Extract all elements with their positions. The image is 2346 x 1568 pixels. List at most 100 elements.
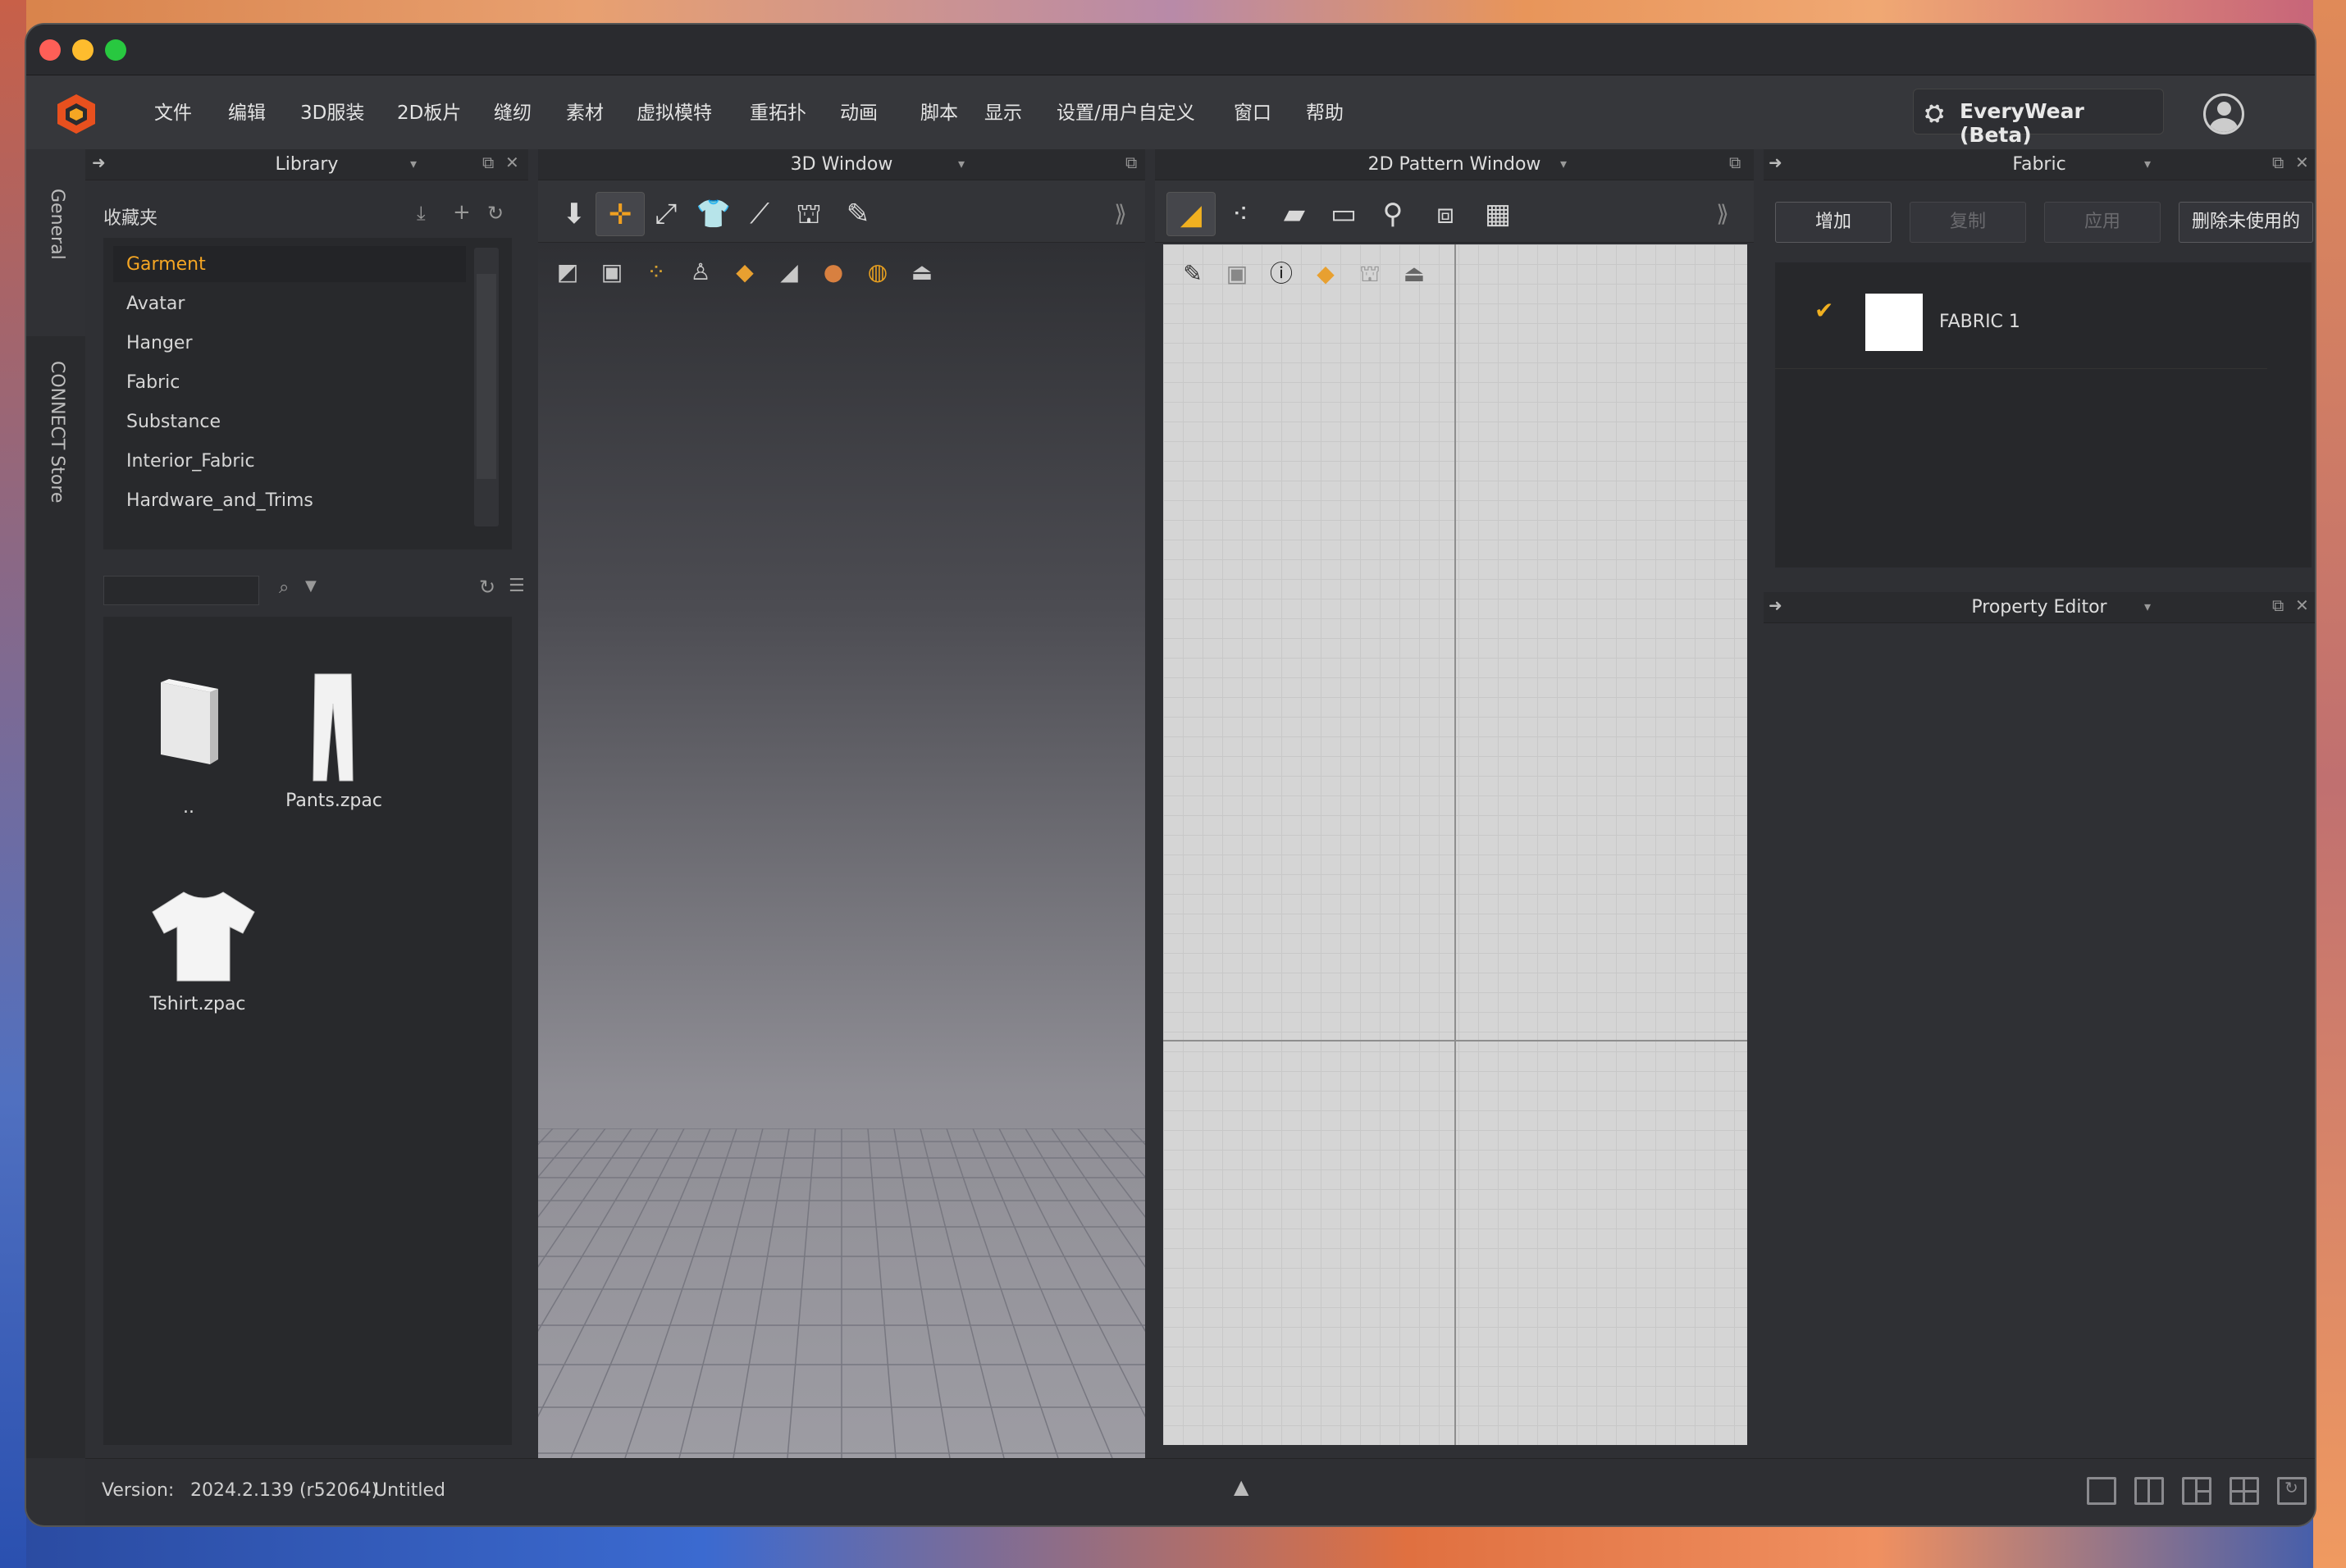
- expand-up-icon[interactable]: ▲: [1234, 1475, 1248, 1498]
- fabric-list-item[interactable]: ✔ FABRIC 1: [1775, 262, 2267, 369]
- favorite-item[interactable]: Avatar: [126, 294, 185, 314]
- 2d-pattern-canvas[interactable]: ✎ ▣ ⓘ ◆ ⛫ ⏏: [1163, 244, 1747, 1445]
- add-icon[interactable]: +: [453, 200, 471, 225]
- side-tab-connect[interactable]: CONNECT Store: [26, 336, 85, 1458]
- polygon-icon[interactable]: ▰: [1270, 192, 1319, 236]
- menu-item[interactable]: 脚本: [920, 97, 958, 125]
- close-icon[interactable]: ✕: [2295, 595, 2309, 615]
- expand-toolbar-icon[interactable]: ⟫: [1096, 192, 1145, 236]
- view-texture-icon[interactable]: ◆: [1308, 256, 1344, 292]
- layout-three-icon[interactable]: [2182, 1477, 2211, 1505]
- tshirt-icon[interactable]: [149, 887, 258, 986]
- menu-item[interactable]: 帮助: [1306, 97, 1344, 125]
- close-icon[interactable]: ✕: [2295, 153, 2309, 172]
- menu-item[interactable]: 缝纫: [494, 97, 532, 125]
- menu-item[interactable]: 3D服装: [300, 97, 364, 125]
- menu-item[interactable]: 窗口: [1234, 97, 1271, 125]
- select-move-icon[interactable]: ✛: [596, 192, 645, 236]
- view-garment-icon[interactable]: ▣: [1219, 256, 1255, 292]
- info-icon[interactable]: ⓘ: [1263, 256, 1299, 292]
- transform-pattern-icon[interactable]: ◢: [1166, 192, 1216, 236]
- list-view-icon[interactable]: ☰: [509, 576, 525, 596]
- view-render-icon[interactable]: ◢: [771, 254, 807, 290]
- pants-icon[interactable]: [308, 671, 358, 786]
- float-icon[interactable]: ⧉: [1125, 153, 1137, 172]
- menu-item[interactable]: 显示: [984, 97, 1022, 125]
- menu-item[interactable]: 素材: [566, 97, 604, 125]
- side-tab-general[interactable]: General: [26, 149, 85, 336]
- pin-icon[interactable]: ➜: [92, 153, 106, 172]
- close-window-button[interactable]: [39, 39, 61, 61]
- minimize-window-button[interactable]: [72, 39, 94, 61]
- 3d-window-dropdown-icon[interactable]: ▾: [958, 156, 965, 171]
- add-fabric-button[interactable]: 增加: [1775, 202, 1892, 243]
- segment-sewing-icon[interactable]: ⧈: [1421, 192, 1470, 236]
- view-export-icon[interactable]: ⏏: [1396, 256, 1432, 292]
- everywear-button[interactable]: ⛭ EveryWear (Beta): [1913, 89, 2164, 147]
- 3d-viewport[interactable]: ◩ ▣ ⁘ ♙ ◆ ◢ ● ◍ ⏏: [538, 243, 1145, 1458]
- edit-point-icon[interactable]: ⁖: [1216, 192, 1265, 236]
- float-icon[interactable]: ⧉: [1729, 153, 1741, 172]
- grid-tool-icon[interactable]: ▦: [1473, 192, 1522, 236]
- menu-item[interactable]: 动画: [840, 97, 878, 125]
- delete-unused-button[interactable]: 删除未使用的: [2179, 202, 2313, 243]
- property-dropdown-icon[interactable]: ▾: [2144, 599, 2151, 614]
- pin-icon[interactable]: ➜: [1769, 595, 1782, 615]
- view-avatar-icon[interactable]: ◩: [550, 254, 586, 290]
- apply-fabric-button[interactable]: 应用: [2044, 202, 2161, 243]
- float-icon[interactable]: ⧉: [482, 153, 494, 172]
- garment-fit-icon[interactable]: 👕: [689, 192, 738, 236]
- favorite-item[interactable]: Fabric: [126, 372, 180, 393]
- layout-reset-icon[interactable]: ↻: [2277, 1477, 2307, 1505]
- menu-item[interactable]: 文件: [154, 97, 192, 125]
- view-texture-icon[interactable]: ◆: [727, 254, 763, 290]
- search-filter-dropdown-icon[interactable]: ▼: [305, 577, 317, 595]
- view-arrangement-icon[interactable]: ⛫: [1352, 256, 1388, 292]
- expand-toolbar-icon[interactable]: ⟫: [1698, 192, 1747, 236]
- menu-item[interactable]: 编辑: [228, 97, 266, 125]
- menu-item[interactable]: 设置/用户自定义: [1057, 97, 1195, 125]
- float-icon[interactable]: ⧉: [2272, 153, 2284, 172]
- favorite-item[interactable]: Garment: [126, 254, 206, 275]
- folder-icon[interactable]: [153, 674, 226, 773]
- layout-quad-icon[interactable]: [2230, 1477, 2259, 1505]
- user-avatar-icon[interactable]: [2203, 93, 2244, 134]
- pin-icon[interactable]: ➜: [1769, 153, 1782, 172]
- view-environment-icon[interactable]: ◍: [860, 254, 896, 290]
- pin-tool-icon[interactable]: ⤢: [641, 192, 691, 236]
- view-export-icon[interactable]: ⏏: [904, 254, 940, 290]
- refresh-icon[interactable]: ↻: [487, 202, 504, 225]
- view-baseline-icon[interactable]: ✎: [1175, 256, 1211, 292]
- zoom-window-button[interactable]: [105, 39, 126, 61]
- library-dropdown-icon[interactable]: ▾: [410, 156, 417, 171]
- close-icon[interactable]: ✕: [505, 153, 519, 172]
- menu-item[interactable]: 虚拟模特: [637, 97, 712, 125]
- view-garment-icon[interactable]: ▣: [594, 254, 630, 290]
- float-icon[interactable]: ⧉: [2272, 595, 2284, 615]
- menu-item[interactable]: 2D板片: [397, 97, 461, 125]
- arrangement-icon[interactable]: ⛫: [784, 192, 833, 236]
- copy-fabric-button[interactable]: 复制: [1910, 202, 2026, 243]
- layout-split-icon[interactable]: [2134, 1477, 2164, 1505]
- annotation-icon[interactable]: ✎: [833, 192, 883, 236]
- favorite-item[interactable]: Interior_Fabric: [126, 451, 255, 472]
- simulation-icon[interactable]: ⬇: [550, 192, 599, 236]
- measure-icon[interactable]: ⟋: [735, 192, 784, 236]
- favorite-item[interactable]: Substance: [126, 412, 221, 432]
- scrollbar-thumb[interactable]: [477, 274, 496, 479]
- favorite-item[interactable]: Hardware_and_Trims: [126, 490, 313, 511]
- pin-2d-icon[interactable]: ⚲: [1368, 192, 1417, 236]
- check-icon[interactable]: ✔: [1814, 297, 1833, 324]
- rectangle-icon[interactable]: ▭: [1319, 192, 1368, 236]
- view-skin-icon[interactable]: ●: [815, 254, 851, 290]
- fabric-dropdown-icon[interactable]: ▾: [2144, 156, 2151, 171]
- library-search-input[interactable]: [103, 576, 259, 605]
- 2d-window-dropdown-icon[interactable]: ▾: [1560, 156, 1567, 171]
- library-refresh-icon[interactable]: ↻: [479, 576, 495, 599]
- view-user-icon[interactable]: ♙: [682, 254, 719, 290]
- favorites-scrollbar[interactable]: [474, 248, 499, 526]
- layout-single-icon[interactable]: [2087, 1477, 2116, 1505]
- favorite-item[interactable]: Hanger: [126, 333, 193, 353]
- menu-item[interactable]: 重拓扑: [750, 97, 806, 125]
- search-icon[interactable]: ⌕: [279, 577, 289, 598]
